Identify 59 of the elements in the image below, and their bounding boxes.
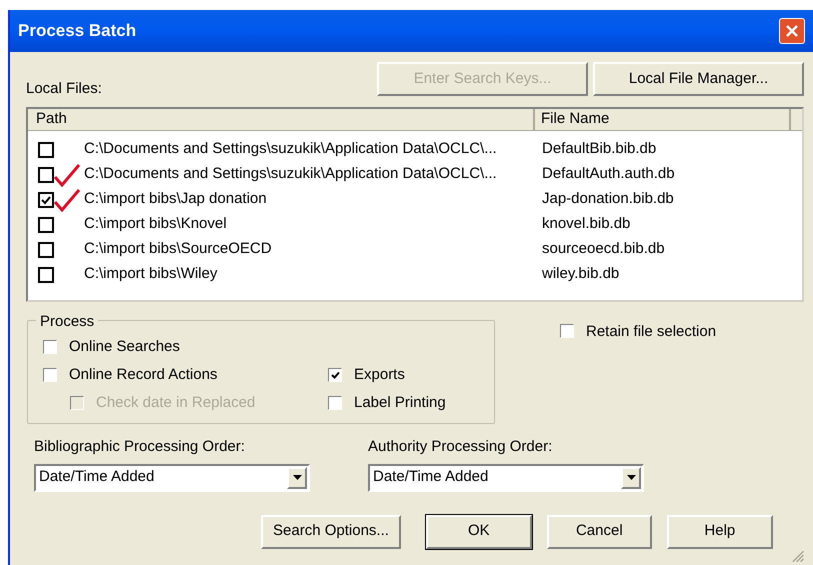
close-button[interactable] [779, 18, 805, 44]
checkbox[interactable] [560, 324, 574, 338]
dialog-button[interactable]: Local File Manager... [593, 62, 804, 96]
file-name-cell-text: sourceoecd.bib.db [541, 239, 665, 260]
dialog-button[interactable]: Help [667, 514, 773, 548]
file-name-cell-text: DefaultBib.bib.db [541, 139, 656, 160]
dialog-button[interactable]: Cancel [546, 514, 652, 548]
checkbox[interactable] [38, 192, 54, 208]
checkbox[interactable] [43, 340, 57, 354]
local-files-label: Local Files: [26, 78, 102, 98]
path-cell-text: C:\Documents and Settings\suzukik\Application Data\OCLC\... [84, 164, 497, 184]
order-dropdown[interactable]: Date/Time Added [368, 464, 644, 492]
checkbox[interactable] [38, 166, 54, 182]
checkbox[interactable] [328, 368, 342, 382]
option-label: Exports [354, 364, 405, 385]
checkbox[interactable] [38, 266, 54, 282]
column-header[interactable]: Path [28, 109, 535, 131]
file-row[interactable]: C:\import bibs\Jap donation Jap-donation.bib.db [28, 187, 802, 212]
option-label: Online Record Actions [69, 364, 218, 385]
path-cell-text: C:\import bibs\SourceOECD [84, 239, 272, 260]
path-cell-text: C:\import bibs\Wiley [84, 264, 218, 284]
checkbox[interactable] [38, 242, 54, 258]
file-name-cell-text: knovel.bib.db [541, 214, 630, 234]
checkbox[interactable] [43, 368, 57, 382]
order-dropdown[interactable]: Date/Time Added [34, 464, 310, 492]
path-cell-text: C:\Documents and Settings\suzukik\Application Data\OCLC\... [84, 139, 497, 160]
dropdown-arrow-button[interactable] [287, 466, 307, 488]
caret-icon [626, 475, 636, 480]
file-name-cell-text: Jap-donation.bib.db [541, 189, 674, 210]
checkbox[interactable] [38, 142, 54, 158]
dropdown-value: Date/Time Added [373, 467, 488, 488]
ok-button[interactable]: OK [426, 514, 532, 548]
file-name-cell-text: wiley.bib.db [541, 264, 620, 284]
close-icon [785, 24, 799, 38]
checkmark-icon [330, 370, 340, 380]
option-label: Online Searches [69, 336, 180, 357]
file-row[interactable]: C:\import bibs\Wiley wiley.bib.db [28, 262, 802, 287]
resize-grip-icon[interactable] [790, 548, 804, 562]
caret-icon [292, 475, 302, 480]
file-row[interactable]: C:\Documents and Settings\suzukik\Application Data\OCLC\... DefaultBib.bib.db [28, 137, 802, 162]
checkbox[interactable] [328, 396, 342, 410]
checkbox[interactable] [38, 216, 54, 232]
dialog-button[interactable]: Search Options... [261, 514, 402, 548]
option-label: Label Printing [354, 392, 446, 413]
path-cell-text: C:\import bibs\Jap donation [84, 189, 267, 210]
dropdown-arrow-button[interactable] [621, 466, 641, 488]
column-header[interactable]: File Name [535, 109, 791, 131]
checkmark-icon [41, 194, 51, 204]
path-cell-text: C:\import bibs\Knovel [84, 214, 227, 234]
file-row[interactable]: C:\import bibs\Knovel knovel.bib.db [28, 212, 802, 237]
option-label: Check date in Replaced [96, 392, 256, 413]
option-label: Retain file selection [586, 322, 716, 342]
file-row[interactable]: C:\import bibs\SourceOECD sourceoecd.bib.db [28, 237, 802, 262]
file-row[interactable]: C:\Documents and Settings\suzukik\Application Data\OCLC\... DefaultAuth.auth.db [28, 162, 802, 187]
dropdown-value: Date/Time Added [39, 467, 154, 488]
order-label: Bibliographic Processing Order: [34, 437, 246, 457]
window-title: Process Batch [18, 20, 136, 42]
file-name-cell-text: DefaultAuth.auth.db [541, 164, 675, 184]
order-label: Authority Processing Order: [368, 437, 554, 457]
